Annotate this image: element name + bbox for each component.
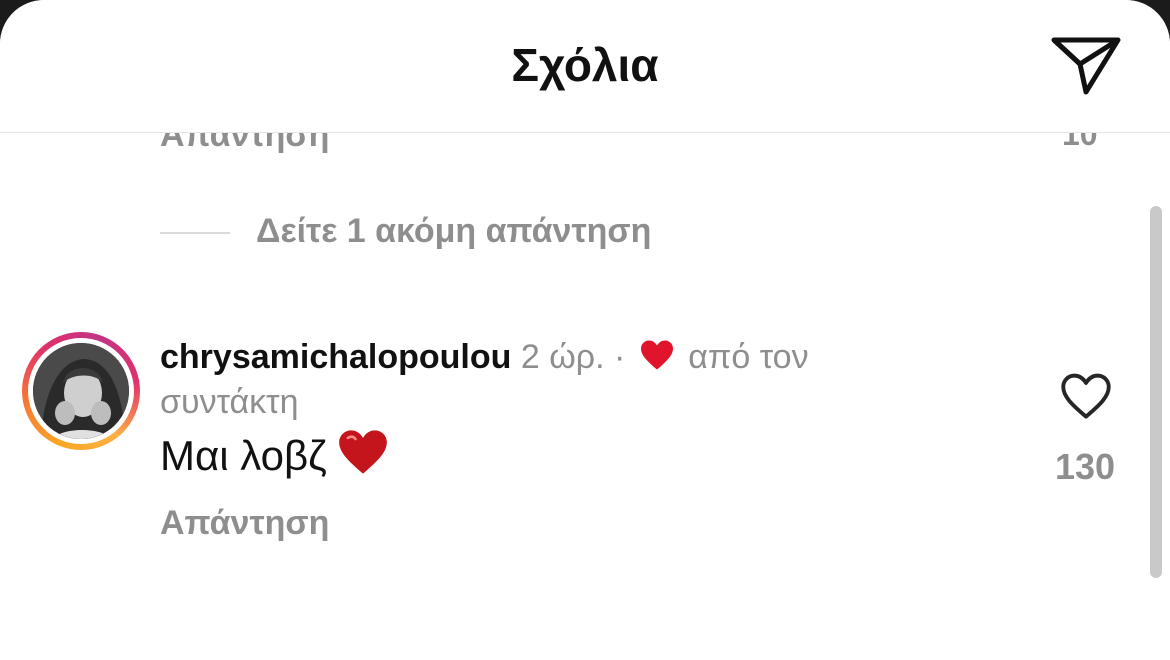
- avatar[interactable]: [22, 332, 140, 450]
- heart-icon: [639, 339, 675, 381]
- meta-separator: ·: [614, 338, 626, 376]
- paper-plane-icon: [1051, 37, 1121, 95]
- comments-sheet: Απάντηση 10 Δείτε 1 ακόμη απάντηση chrys…: [0, 0, 1170, 660]
- scrollbar[interactable]: [1150, 206, 1162, 578]
- comment-meta: chrysamichalopoulou 2 ώρ. · από τον συντ…: [160, 336, 880, 423]
- comment-text-row: Μαι λοβζ: [160, 428, 389, 486]
- like-count: 130: [1054, 446, 1116, 487]
- reply-button[interactable]: Απάντηση: [160, 504, 329, 543]
- avatar-photo: [33, 343, 129, 439]
- share-button[interactable]: [1050, 34, 1122, 96]
- comment-username[interactable]: chrysamichalopoulou: [160, 338, 511, 376]
- page-title: Σχόλια: [511, 39, 659, 91]
- comment-time: 2 ώρ.: [520, 338, 605, 376]
- comment-text: Μαι λοβζ: [160, 432, 327, 479]
- view-more-replies-label: Δείτε 1 ακόμη απάντηση: [256, 212, 652, 250]
- comments-header: Σχόλια: [0, 0, 1170, 133]
- like-button[interactable]: [1060, 372, 1112, 420]
- heart-outline-icon: [1061, 373, 1111, 419]
- heart-emoji-icon: [337, 428, 389, 486]
- replies-divider-line: [160, 232, 230, 234]
